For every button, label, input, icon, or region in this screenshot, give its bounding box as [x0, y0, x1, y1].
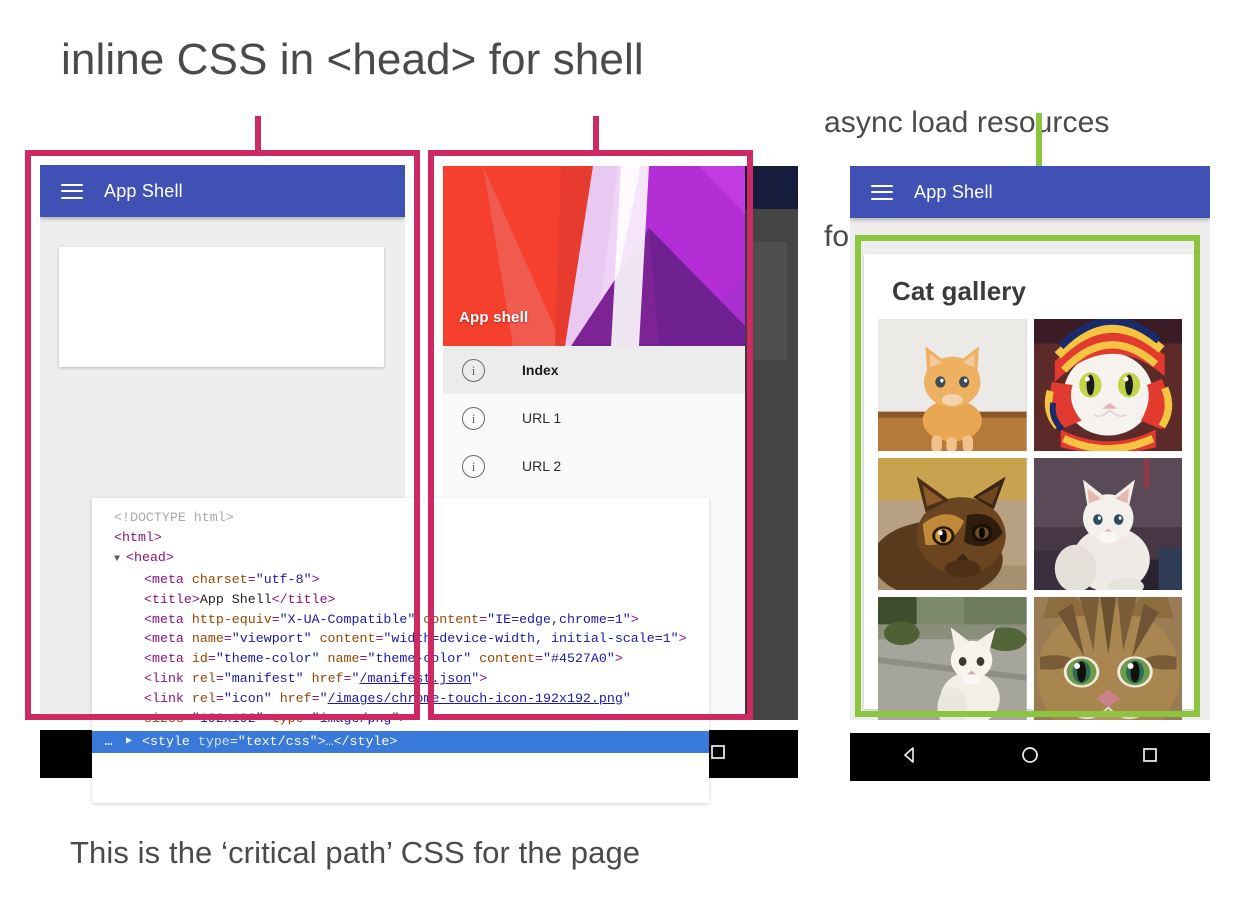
expand-triangle-icon[interactable]: ▶ [126, 732, 142, 752]
devtools-selected-style-line[interactable]: …▶<style type="text/css">…</style> [92, 731, 709, 753]
android-nav-bar-right [850, 733, 1210, 781]
drawer-header-label: App shell [459, 309, 528, 326]
annotation-box-shell-css [25, 150, 420, 720]
hamburger-icon[interactable] [871, 185, 893, 200]
ellipsis-icon[interactable]: … [92, 732, 126, 752]
annotation-box-drawer-css [428, 150, 753, 720]
circle-home-icon[interactable] [1020, 745, 1040, 770]
square-recents-icon[interactable] [1140, 745, 1160, 770]
slide-canvas: inline CSS in <head> for shell async loa… [0, 0, 1249, 923]
square-recents-icon[interactable] [708, 742, 728, 767]
triangle-back-icon[interactable] [900, 745, 920, 770]
devtools-selected-code: <style type="text/css">…</style> [142, 732, 709, 752]
app-bar: App Shell [850, 166, 1210, 218]
annotation-box-async-content [855, 235, 1200, 717]
right-annotation-title-line1: async load resources [824, 104, 1165, 142]
app-bar-title: App Shell [914, 182, 993, 203]
slide-caption: This is the ‘critical path’ CSS for the … [70, 833, 640, 873]
page-title: inline CSS in <head> for shell [61, 33, 644, 87]
